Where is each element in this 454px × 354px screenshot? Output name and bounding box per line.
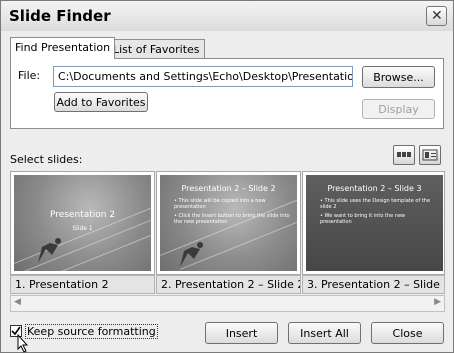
title-bar: Slide Finder ✕ [1, 1, 453, 31]
slide-bullet: • We want to bring it into the new prese… [320, 213, 406, 225]
close-window-button[interactable]: ✕ [426, 6, 447, 26]
window-title: Slide Finder [9, 7, 111, 25]
scroll-left-icon[interactable]: ◀ [14, 297, 21, 307]
mouse-cursor-icon [17, 334, 29, 353]
slide-thumbnail-3[interactable]: Presentation 2 – Slide 3 • This slide us… [302, 171, 445, 275]
insert-all-button[interactable]: Insert All [288, 322, 361, 344]
slide-list-view-icon[interactable] [419, 145, 441, 165]
file-label: File: [18, 69, 41, 82]
close-icon: ✕ [431, 8, 443, 24]
insert-button[interactable]: Insert [205, 322, 278, 344]
slide-thumbnails-view-icon[interactable] [393, 145, 415, 165]
tab-label: Find Presentation [15, 41, 111, 54]
slide-title: Presentation 2 – Slide 2 [181, 184, 276, 193]
slide-bullet: • This slide will be copied into a new p… [174, 198, 266, 210]
slide-subtitle: Slide 1 [72, 225, 93, 232]
tab-label: List of Favorites [113, 43, 200, 56]
scroll-right-icon[interactable]: ▶ [434, 297, 441, 307]
slide-caption-2: 2. Presentation 2 – Slide 2 [156, 275, 301, 294]
tab-list-of-favorites[interactable]: List of Favorites [108, 39, 205, 59]
close-button[interactable]: Close [371, 322, 444, 344]
slide-bullet: • Click the Insert button to bring the s… [174, 213, 290, 225]
slide-thumbnail-1[interactable]: Presentation 2 Slide 1 [10, 171, 155, 275]
slide-caption-3: 3. Presentation 2 – Slide 3 [302, 275, 445, 294]
tab-find-presentation[interactable]: Find Presentation [10, 37, 116, 59]
display-button[interactable]: Display [362, 99, 435, 119]
runner-figure-icon [38, 238, 61, 263]
slide-bullet: • This slide uses the Design template of… [320, 198, 431, 210]
add-to-favorites-button[interactable]: Add to Favorites [54, 92, 148, 112]
runner-figure-icon [180, 242, 203, 267]
slide-preview: Presentation 2 Slide 1 [14, 175, 151, 271]
slide-title: Presentation 2 – Slide 3 [327, 184, 422, 193]
slide-thumbnail-2[interactable]: Presentation 2 – Slide 2 • This slide wi… [156, 171, 301, 275]
keep-source-formatting-label[interactable]: Keep source formatting [25, 324, 158, 339]
slide-caption-1: 1. Presentation 2 [10, 275, 155, 294]
slide-title: Presentation 2 [49, 210, 116, 220]
slide-finder-dialog: Slide Finder ✕ Find Presentation List of… [0, 0, 454, 353]
slide-preview: Presentation 2 – Slide 3 • This slide us… [306, 175, 443, 271]
select-slides-label: Select slides: [10, 153, 83, 166]
browse-button[interactable]: Browse... [362, 66, 435, 88]
slides-horizontal-scrollbar[interactable]: ◀ ▶ [10, 295, 445, 312]
slide-preview: Presentation 2 – Slide 2 • This slide wi… [160, 175, 297, 271]
file-path-input[interactable]: C:\Documents and Settings\Echo\Desktop\P… [53, 66, 353, 87]
